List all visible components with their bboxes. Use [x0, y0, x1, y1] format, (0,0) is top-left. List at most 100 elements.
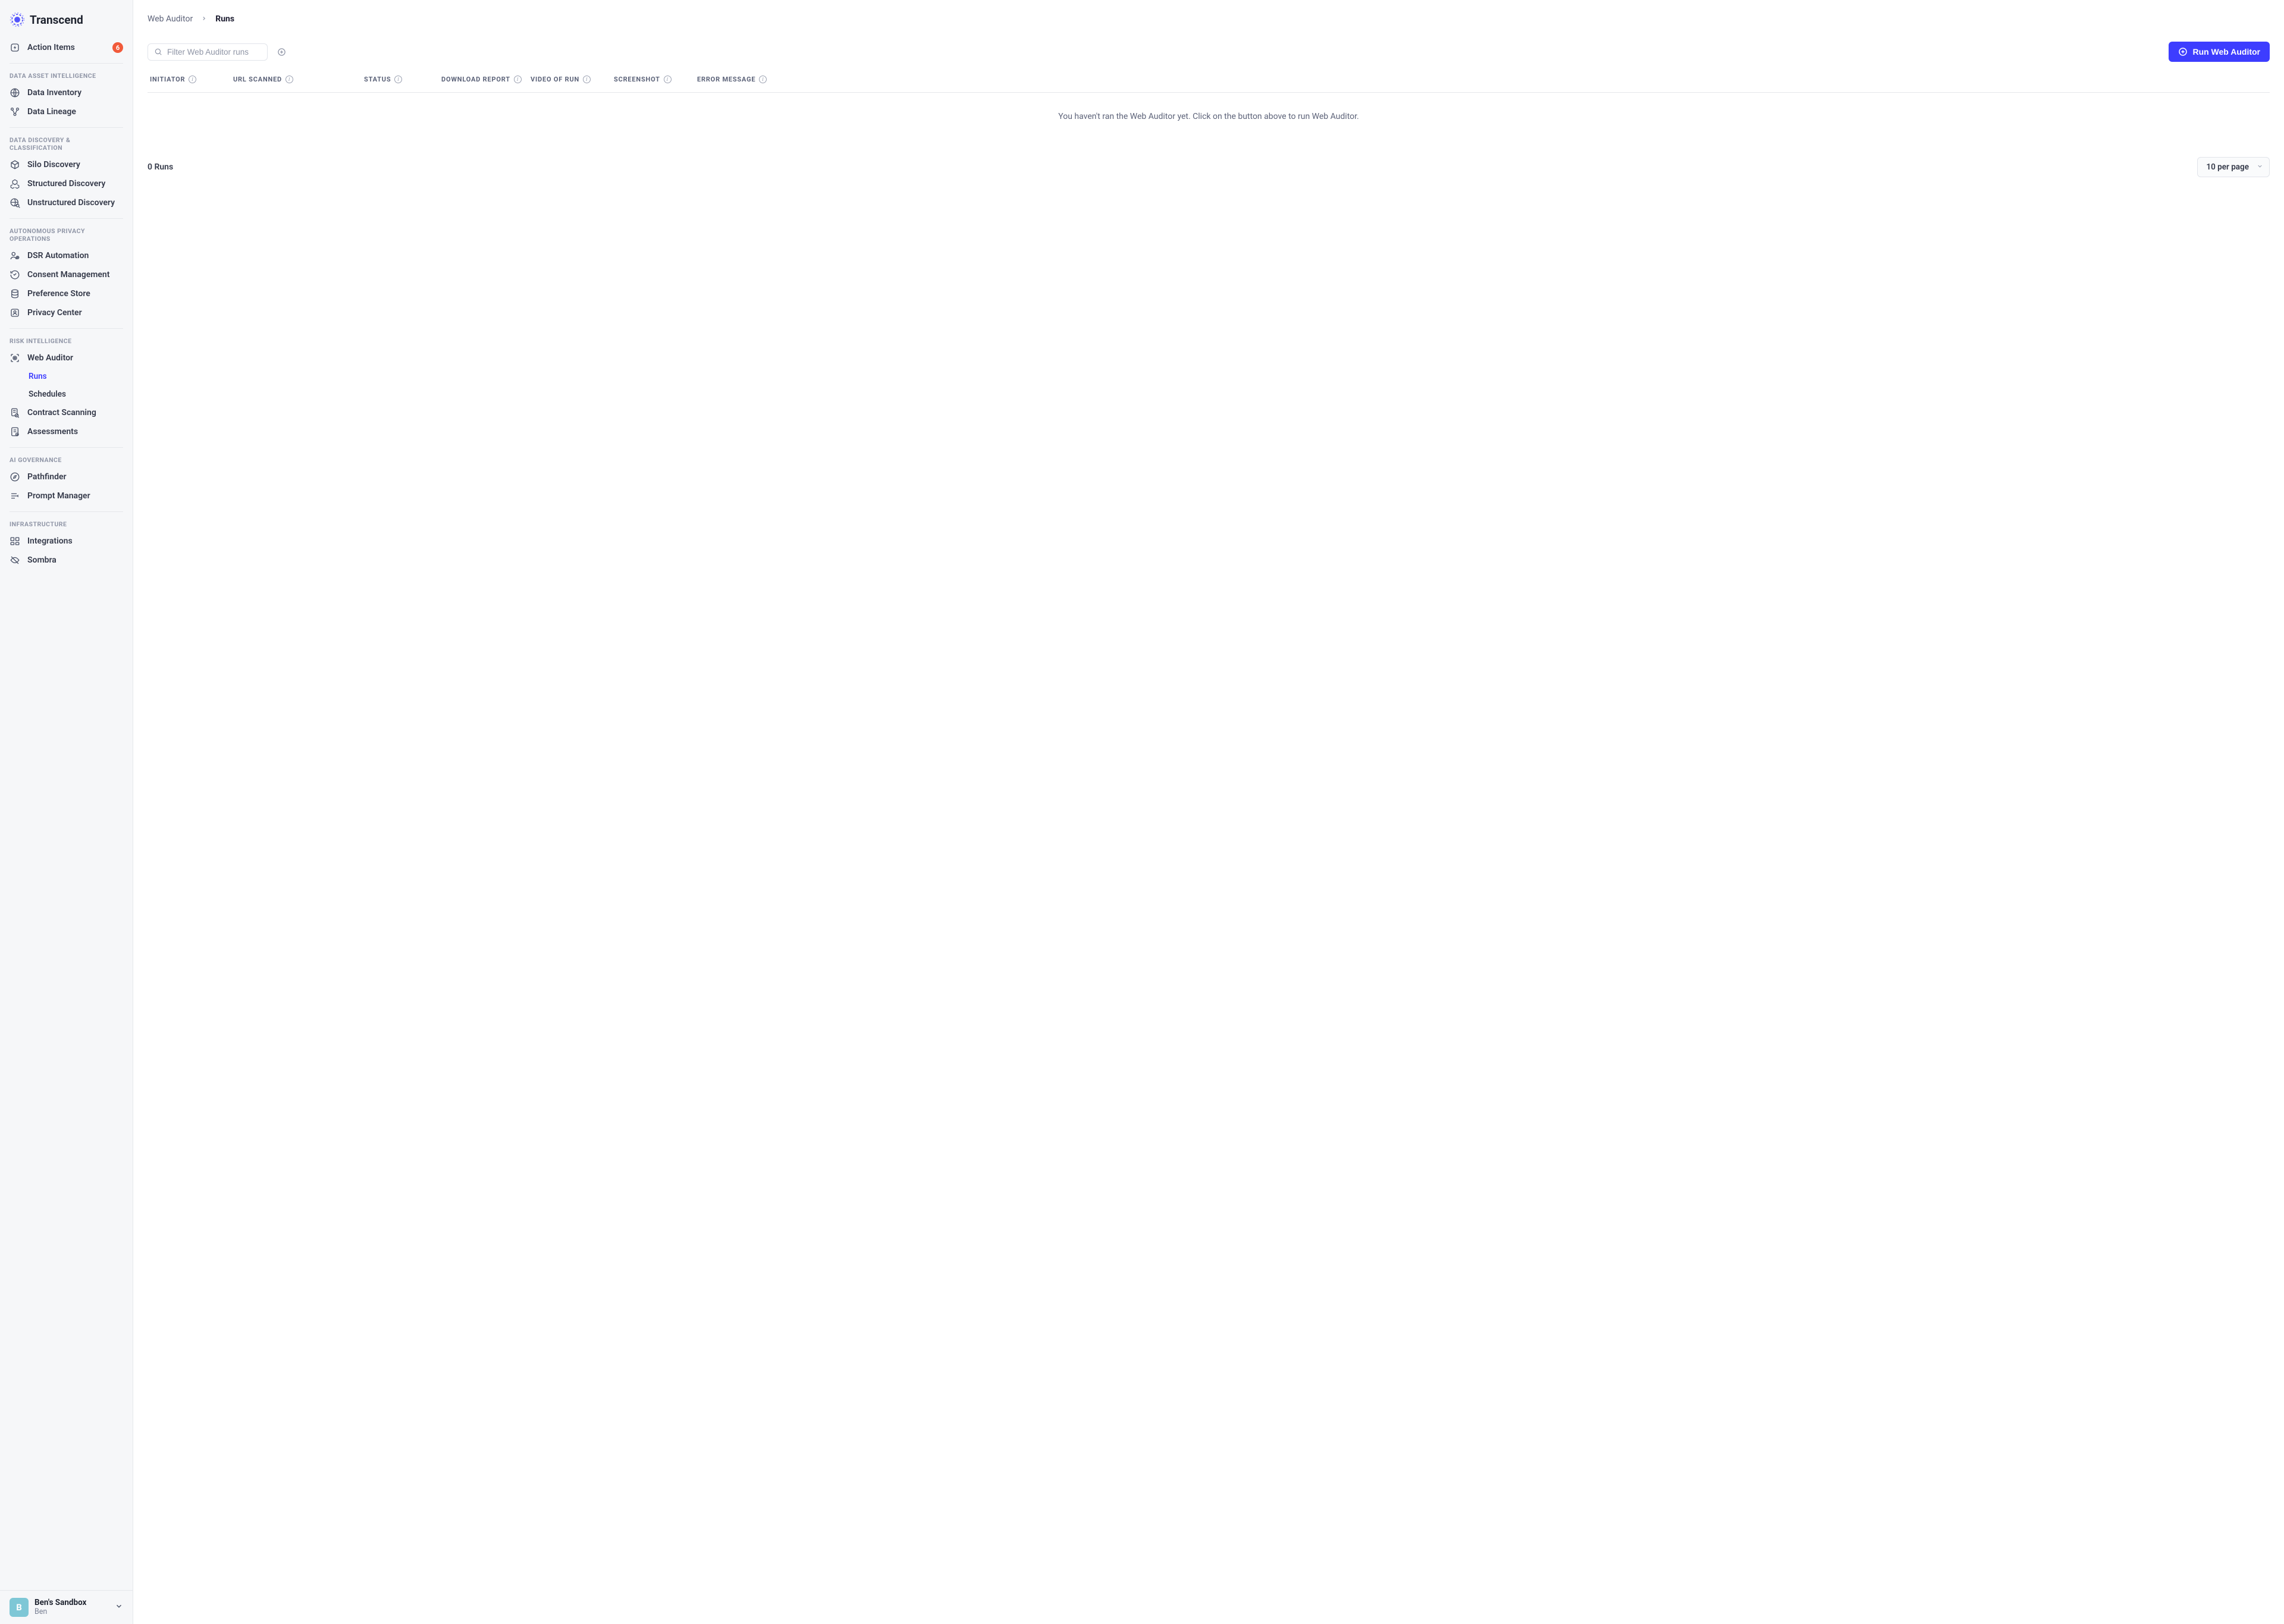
run-count: 0 Runs [148, 162, 173, 172]
info-icon[interactable]: i [189, 76, 196, 83]
nav-prompt-manager[interactable]: Prompt Manager [0, 486, 133, 505]
info-icon[interactable]: i [394, 76, 402, 83]
nav-label: Preference Store [27, 289, 90, 299]
breadcrumb-current: Runs [215, 14, 234, 24]
nav-label: Privacy Center [27, 308, 82, 318]
nav-consent-management[interactable]: Consent Management [0, 265, 133, 284]
dsr-icon [10, 250, 20, 261]
nav-label: Schedules [29, 389, 66, 399]
nav-privacy-center[interactable]: Privacy Center [0, 303, 133, 322]
nav-structured-discovery[interactable]: Structured Discovery [0, 174, 133, 193]
prompt-icon [10, 491, 20, 501]
user-meta: Ben's Sandbox Ben [34, 1598, 109, 1617]
nav-web-auditor-schedules[interactable]: Schedules [0, 385, 133, 403]
nav-label: Runs [29, 372, 47, 381]
page-size-select[interactable]: 10 per page [2197, 157, 2270, 177]
nav-assessments[interactable]: Assessments [0, 422, 133, 441]
plus-circle-icon [2178, 47, 2188, 56]
search-icon [154, 48, 162, 56]
empty-state-message: You haven't ran the Web Auditor yet. Cli… [148, 93, 2270, 145]
nav-label: Web Auditor [27, 353, 73, 363]
nav-contract-scanning[interactable]: Contract Scanning [0, 403, 133, 422]
privacy-icon [10, 307, 20, 318]
globe-search-icon [10, 197, 20, 208]
section-header: Autonomous Privacy Operations [0, 219, 133, 246]
avatar: B [10, 1598, 29, 1617]
nav-label: Unstructured Discovery [27, 198, 115, 208]
info-icon[interactable]: i [759, 76, 767, 83]
sidebar: Transcend Action Items 6 Data Asset Inte… [0, 0, 133, 1624]
brand-logo[interactable]: Transcend [0, 10, 133, 38]
chevron-down-icon [2257, 163, 2263, 171]
chevron-right-icon [201, 15, 207, 23]
nav-sombra[interactable]: Sombra [0, 551, 133, 570]
chevron-down-icon [115, 1602, 123, 1613]
nav-label: Structured Discovery [27, 179, 105, 189]
section-header: Infrastructure [0, 512, 133, 532]
col-screenshot[interactable]: Screenshoti [614, 75, 697, 84]
section-header: Data Discovery & Classification [0, 128, 133, 155]
info-icon[interactable]: i [514, 76, 522, 83]
col-error-message[interactable]: Error Messagei [697, 75, 2267, 84]
nav-label: Silo Discovery [27, 160, 80, 169]
nav-web-auditor[interactable]: Web Auditor [0, 348, 133, 367]
nav-label: Sombra [27, 555, 57, 565]
table-header-row: Initiatori URL Scannedi Statusi Download… [148, 75, 2270, 93]
section-header: AI Governance [0, 448, 133, 467]
contract-icon [10, 407, 20, 418]
workspace-switcher[interactable]: B Ben's Sandbox Ben [0, 1590, 133, 1624]
add-filter-icon[interactable] [277, 48, 286, 56]
col-url-scanned[interactable]: URL Scannedi [233, 75, 364, 84]
nav-data-inventory[interactable]: Data Inventory [0, 83, 133, 102]
run-web-auditor-button[interactable]: Run Web Auditor [2169, 42, 2270, 62]
col-status[interactable]: Statusi [364, 75, 441, 84]
nav-label: Consent Management [27, 270, 109, 279]
cube-icon [10, 159, 20, 170]
toolbar: Run Web Auditor [148, 42, 2270, 62]
integrations-icon [10, 536, 20, 546]
nav-dsr-automation[interactable]: DSR Automation [0, 246, 133, 265]
nav-web-auditor-runs[interactable]: Runs [0, 367, 133, 385]
sidebar-scroll[interactable]: Transcend Action Items 6 Data Asset Inte… [0, 0, 133, 1590]
info-icon[interactable]: i [583, 76, 591, 83]
nav-preference-store[interactable]: Preference Store [0, 284, 133, 303]
assess-icon [10, 426, 20, 437]
page-size-value: 10 per page [2206, 162, 2249, 172]
table-footer: 0 Runs 10 per page [148, 157, 2270, 177]
nav-label: DSR Automation [27, 251, 89, 260]
col-video-of-run[interactable]: Video of Runi [531, 75, 614, 84]
compass-icon [10, 472, 20, 482]
breadcrumb-parent[interactable]: Web Auditor [148, 14, 193, 24]
lineage-icon [10, 106, 20, 117]
nav-action-items[interactable]: Action Items 6 [0, 38, 133, 57]
nav-label: Integrations [27, 536, 73, 546]
nav-label: Action Items [27, 43, 75, 52]
globe-icon [10, 87, 20, 98]
nav-label: Assessments [27, 427, 78, 436]
col-initiator[interactable]: Initiatori [150, 75, 233, 84]
nav-integrations[interactable]: Integrations [0, 532, 133, 551]
nav-unstructured-discovery[interactable]: Unstructured Discovery [0, 193, 133, 212]
info-icon[interactable]: i [664, 76, 672, 83]
nav-pathfinder[interactable]: Pathfinder [0, 467, 133, 486]
consent-icon [10, 269, 20, 280]
nav-data-lineage[interactable]: Data Lineage [0, 102, 133, 121]
action-items-badge: 6 [112, 42, 123, 53]
main-content: Web Auditor Runs Run Web Auditor Initiat… [133, 0, 2284, 1624]
brand-name: Transcend [30, 13, 83, 27]
breadcrumb: Web Auditor Runs [148, 14, 2270, 24]
info-icon[interactable]: i [286, 76, 293, 83]
user-name: Ben [34, 1607, 109, 1617]
store-icon [10, 288, 20, 299]
sombra-icon [10, 555, 20, 566]
nav-label: Contract Scanning [27, 408, 96, 417]
section-header: Data Asset Intelligence [0, 64, 133, 83]
section-header: Risk Intelligence [0, 329, 133, 348]
cubes-icon [10, 178, 20, 189]
nav-silo-discovery[interactable]: Silo Discovery [0, 155, 133, 174]
filter-box[interactable] [148, 43, 268, 61]
nav-label: Prompt Manager [27, 491, 90, 501]
nav-label: Data Lineage [27, 107, 76, 117]
filter-input[interactable] [167, 48, 272, 56]
col-download-report[interactable]: Download Reporti [441, 75, 531, 84]
